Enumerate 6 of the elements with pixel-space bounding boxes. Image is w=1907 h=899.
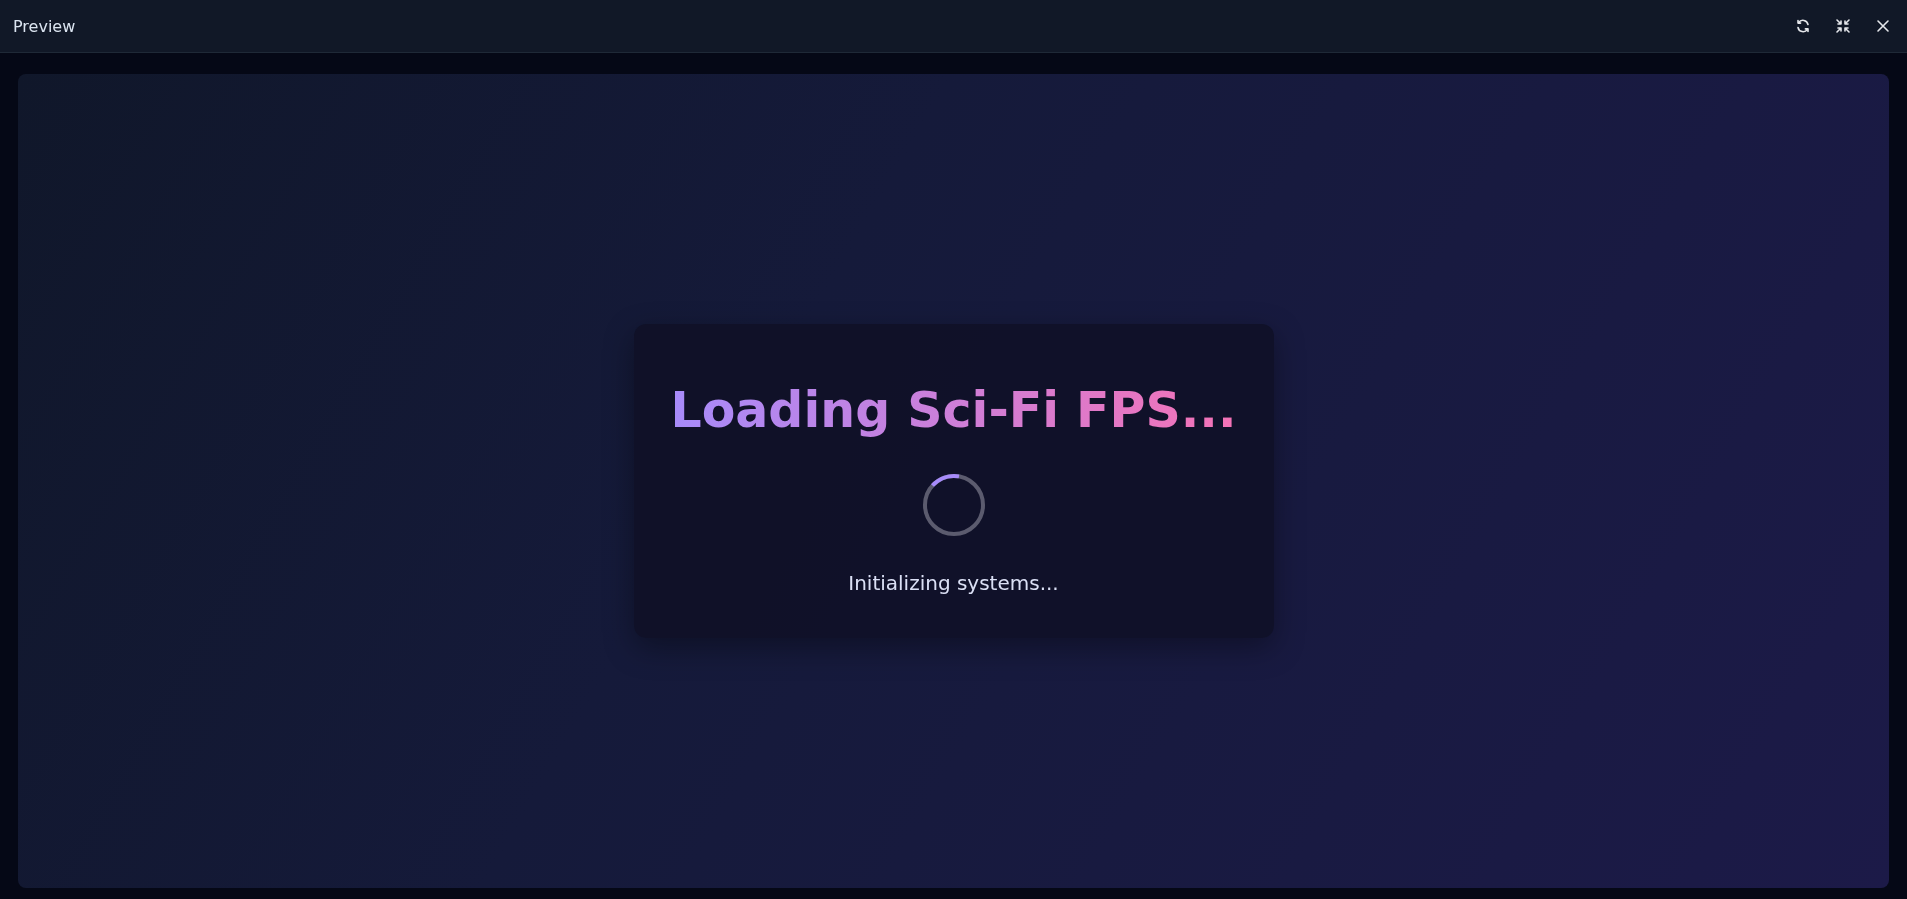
- status-text: Initializing systems...: [848, 571, 1059, 595]
- refresh-icon: [1795, 18, 1811, 34]
- collapse-icon: [1835, 18, 1851, 34]
- window-title: Preview: [13, 16, 76, 36]
- close-icon: [1875, 18, 1891, 34]
- spinner-icon: [921, 473, 986, 537]
